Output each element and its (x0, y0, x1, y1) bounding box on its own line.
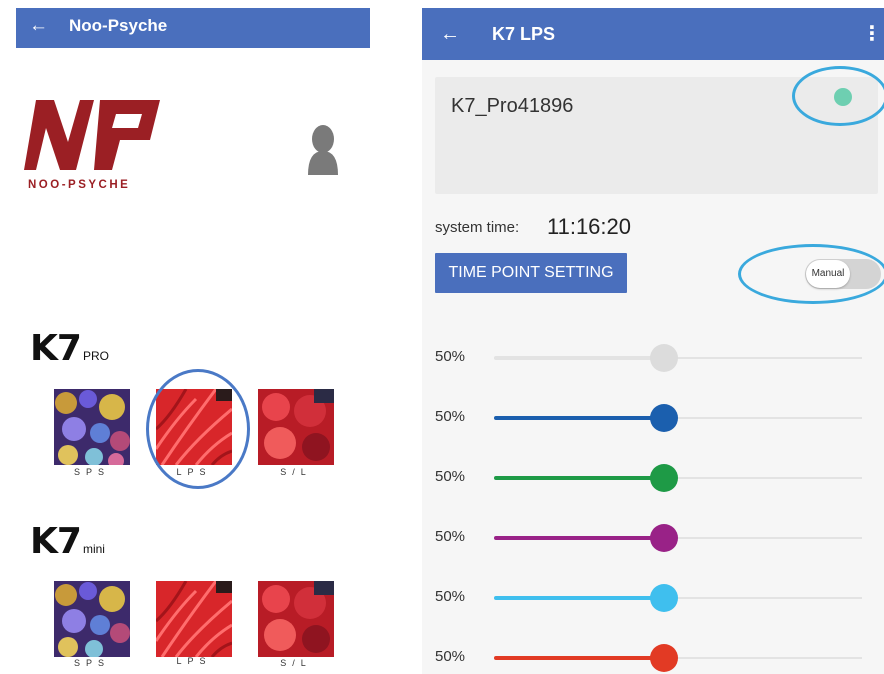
brand-name: K7 (30, 328, 82, 369)
coral-image (54, 581, 130, 657)
right-screen: ← K7 LPS ⋮ K7_Pro41896 system time: 11:1… (422, 8, 884, 674)
channel-slider-row: 50% (422, 583, 884, 613)
channel-value-label: 50% (435, 528, 466, 545)
status-highlight-ring (792, 66, 884, 126)
slider-thumb[interactable] (650, 644, 678, 672)
brand-name: K7 (30, 521, 82, 562)
channel-value-label: 50% (435, 408, 466, 425)
slider-thumb[interactable] (650, 404, 678, 432)
channel-value-label: 50% (435, 348, 466, 365)
system-time-value: 11:16:20 (547, 214, 632, 239)
system-time-label: system time: (435, 219, 520, 236)
tile-sps-pro[interactable] (54, 389, 130, 465)
channel-value-label: 50% (435, 468, 466, 485)
tile-label: SPS (73, 658, 110, 668)
more-vertical-icon[interactable]: ⋮ (862, 22, 882, 46)
channel-slider-row: 50% (422, 463, 884, 493)
app-title: Noo-Psyche (69, 16, 168, 35)
coral-image (156, 581, 232, 657)
slider-thumb[interactable] (650, 524, 678, 552)
tile-sps-mini[interactable] (54, 581, 130, 657)
screen-title: K7 LPS (492, 24, 556, 44)
coral-image (54, 389, 130, 465)
back-arrow-icon[interactable]: ← (29, 15, 48, 37)
channel-slider-row: 50% (422, 403, 884, 433)
slider-thumb[interactable] (650, 344, 678, 372)
app-bar: ← K7 LPS ⋮ (422, 8, 884, 60)
slider-fill (494, 416, 664, 420)
device-name: K7_Pro41896 (451, 95, 574, 117)
section-brand-k7-mini: K7 mini (30, 521, 105, 562)
time-point-setting-button[interactable]: TIME POINT SETTING (435, 253, 627, 293)
section-brand-k7-pro: K7 PRO (30, 328, 109, 369)
tile-label: S/L (280, 467, 312, 477)
back-arrow-icon[interactable]: ← (440, 22, 460, 46)
profile-icon[interactable] (306, 123, 340, 175)
screenshot-canvas: ← Noo-Psyche NOO-PSYCHE K7 PRO SPS LPS S… (0, 0, 884, 674)
toggle-highlight-ring (738, 244, 884, 304)
coral-image (258, 581, 334, 657)
slider-fill (494, 656, 664, 660)
left-screen: ← Noo-Psyche NOO-PSYCHE K7 PRO SPS LPS S… (16, 8, 370, 674)
tile-sl-pro[interactable] (258, 389, 334, 465)
tile-label: S/L (280, 658, 312, 668)
brand-variant: PRO (82, 349, 109, 363)
slider-fill (494, 596, 664, 600)
channel-slider-row: 50% (422, 523, 884, 553)
tile-label: LPS (176, 656, 212, 666)
tile-lps-mini[interactable] (156, 581, 232, 657)
channel-value-label: 50% (435, 588, 466, 605)
slider-thumb[interactable] (650, 584, 678, 612)
slider-fill (494, 476, 664, 480)
slider-fill (494, 536, 664, 540)
brand-variant: mini (82, 542, 105, 556)
tile-label: SPS (73, 467, 110, 477)
channel-value-label: 50% (435, 648, 466, 665)
slider-fill (494, 356, 664, 360)
selection-highlight-ring (146, 369, 250, 489)
coral-image (258, 389, 334, 465)
channel-slider-row: 50% (422, 643, 884, 673)
slider-thumb[interactable] (650, 464, 678, 492)
channel-slider-row: 50% (422, 343, 884, 373)
app-bar: ← Noo-Psyche (16, 8, 370, 48)
logo-text: NOO-PSYCHE (28, 179, 131, 191)
tile-sl-mini[interactable] (258, 581, 334, 657)
